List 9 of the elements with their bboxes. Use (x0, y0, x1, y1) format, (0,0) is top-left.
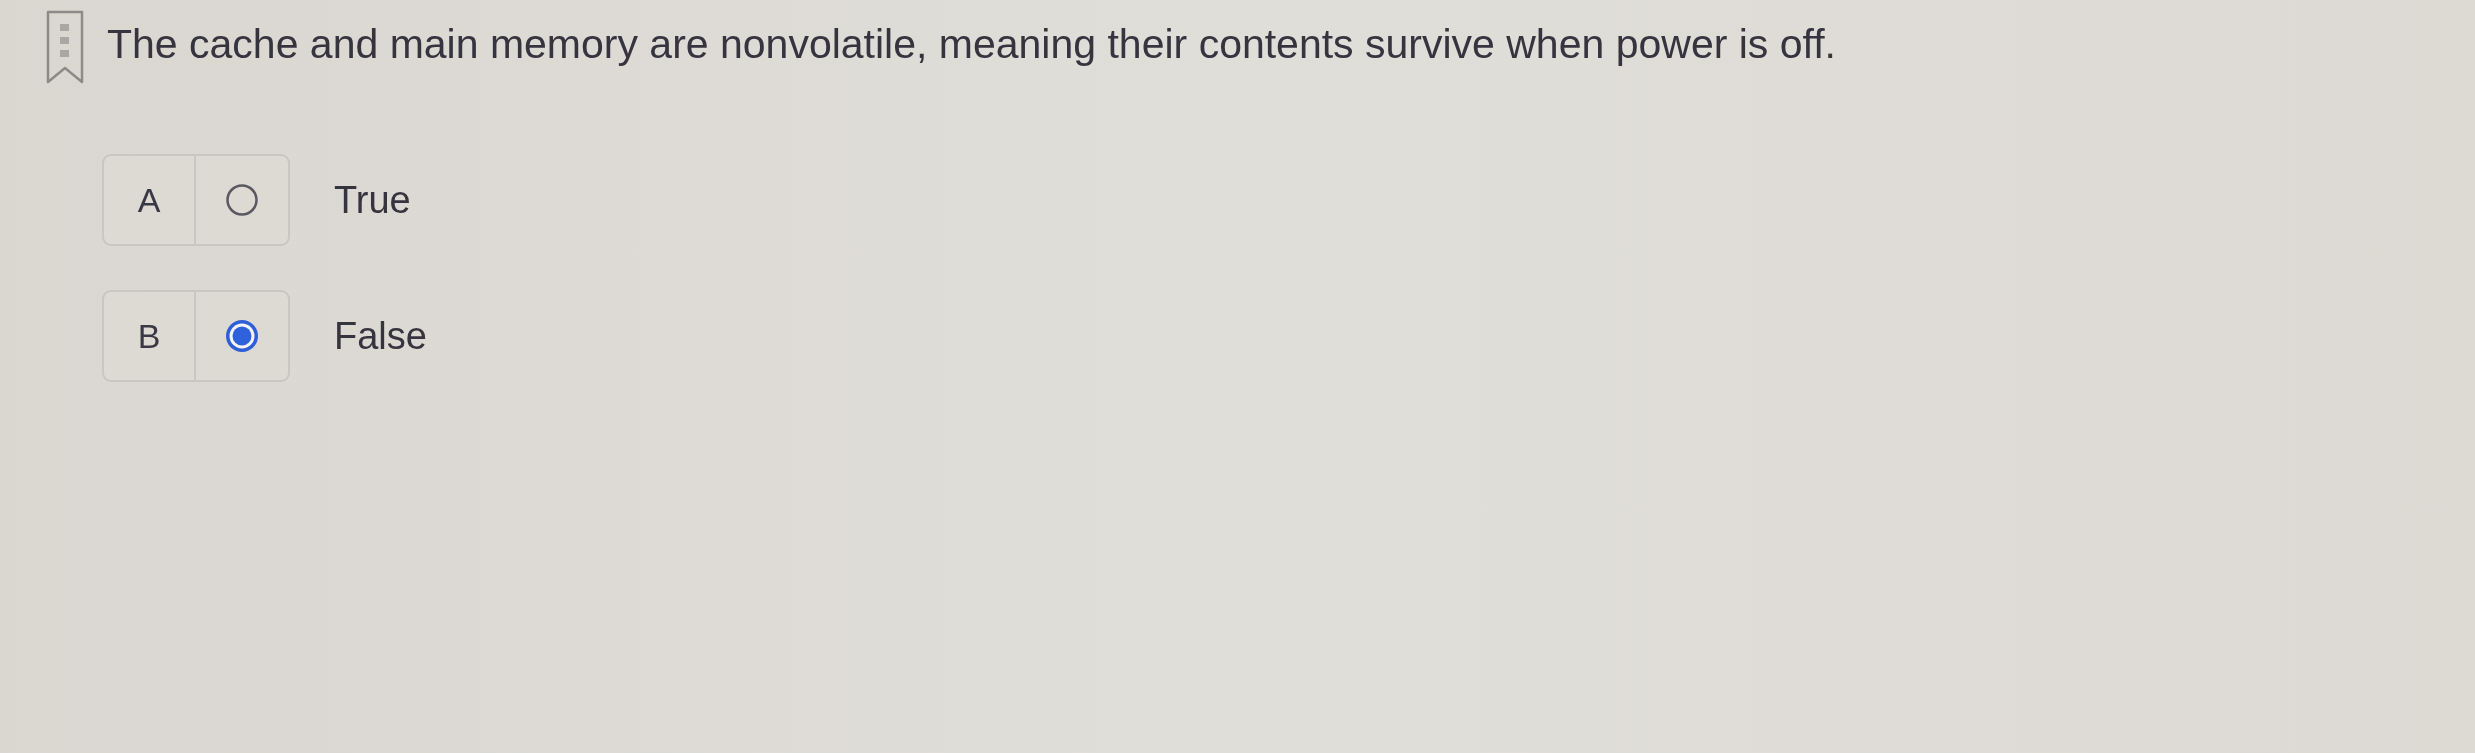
choice-box[interactable]: A (102, 154, 290, 246)
option-letter: A (137, 180, 161, 220)
option-label: True (334, 178, 411, 223)
choice-box[interactable]: B (102, 290, 290, 382)
option-letter: B (137, 316, 161, 356)
radio-button[interactable] (225, 183, 259, 217)
option-label: False (334, 314, 427, 359)
radio-button[interactable] (225, 319, 259, 353)
question-text: The cache and main memory are nonvolatile, meaning their contents survive when power is off. (107, 20, 1836, 69)
